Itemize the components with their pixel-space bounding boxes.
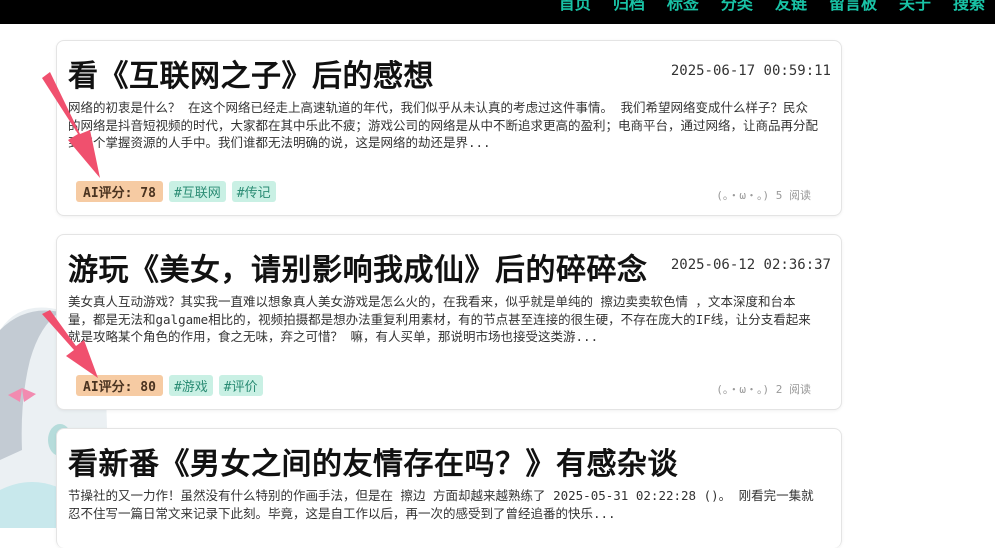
post-title[interactable]: 看《互联网之子》后的感想 [68,51,434,95]
nav-item-guestbook[interactable]: 留言板 [829,0,877,14]
nav-item-home[interactable]: 首页 [559,0,591,14]
nav-item-tags[interactable]: 标签 [667,0,699,14]
post-excerpt: 网络的初衷是什么？ 在这个网络已经走上高速轨道的年代，我们似乎从未认真的考虑过这… [68,100,819,150]
post-title[interactable]: 看新番《男女之间的友情存在吗？》有感杂谈 [68,439,678,483]
annotation-arrow-icon [42,72,100,178]
nav-item-archive[interactable]: 归档 [613,0,645,14]
read-count: (。・ω・。) 5 阅读 [716,189,811,202]
post-tags: AI评分: 78 #互联网 #传记 [76,181,276,202]
ai-score-badge: AI评分: 78 [76,181,163,202]
read-count: (。・ω・。) 2 阅读 [716,383,811,396]
post-tags: AI评分: 80 #游戏 #评价 [76,375,263,396]
nav-item-about[interactable]: 关于 [899,0,931,14]
tag-link[interactable]: #游戏 [168,375,213,396]
post-date: 2025-06-12 02:36:37 [670,257,831,273]
post-date: 2025-06-17 00:59:11 [670,63,831,79]
nav-menu: 首页 归档 标签 分类 友链 留言板 关于 搜索 [559,0,985,14]
nav-item-categories[interactable]: 分类 [721,0,753,14]
post-card[interactable]: 游玩《美女，请别影响我成仙》后的碎碎念 2025-06-12 02:36:37 … [56,234,842,410]
tag-link[interactable]: #传记 [231,181,276,202]
post-card[interactable]: 看《互联网之子》后的感想 2025-06-17 00:59:11 网络的初衷是什… [56,40,842,216]
annotation-arrow-icon [42,310,98,378]
nav-item-search[interactable]: 搜索 [953,0,985,14]
top-navbar: 首页 归档 标签 分类 友链 留言板 关于 搜索 [0,0,995,24]
post-card[interactable]: 看新番《男女之间的友情存在吗？》有感杂谈 节操社的又一力作！虽然没有什么特别的作… [56,428,842,548]
post-excerpt: 美女真人互动游戏？其实我一直难以想象真人美女游戏是怎么火的，在我看来，似乎就是单… [68,294,811,344]
nav-item-links[interactable]: 友链 [775,0,807,14]
post-excerpt: 节操社的又一力作！虽然没有什么特别的作画手法，但是在 擦边 方面却越来越熟练了 … [68,488,814,521]
tag-link[interactable]: #互联网 [168,181,226,202]
post-title[interactable]: 游玩《美女，请别影响我成仙》后的碎碎念 [68,245,648,289]
tag-link[interactable]: #评价 [218,375,263,396]
